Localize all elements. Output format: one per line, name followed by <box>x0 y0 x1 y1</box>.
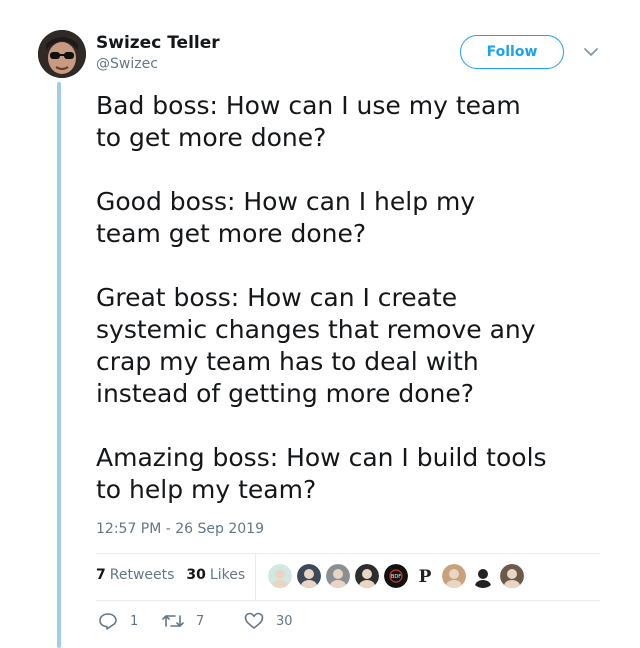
divider-bottom <box>96 600 600 601</box>
author-avatar[interactable] <box>38 30 86 78</box>
retweets-count: 7 <box>96 567 106 583</box>
retweet-button[interactable]: 7 <box>162 613 244 629</box>
liker-avatar-1[interactable] <box>268 564 292 588</box>
author-name[interactable]: Swizec Teller <box>96 33 220 53</box>
liker-avatar-7[interactable] <box>442 564 466 588</box>
tweet-timestamp[interactable]: 12:57 PM - 26 Sep 2019 <box>96 521 264 537</box>
liker-avatar-4[interactable] <box>355 564 379 588</box>
retweets-stat[interactable]: 7 Retweets <box>96 567 174 583</box>
reply-count: 1 <box>130 613 139 629</box>
tweet-stats: 7 Retweets 30 Likes <box>96 567 257 583</box>
liker-avatar-5[interactable]: BDF <box>384 564 408 588</box>
retweets-label: Retweets <box>109 567 175 583</box>
tweet-actions: 1 7 30 <box>98 612 293 630</box>
stats-separator <box>255 553 256 600</box>
likes-stat[interactable]: 30 Likes <box>186 567 245 583</box>
follow-button[interactable]: Follow <box>460 35 564 69</box>
likes-count: 30 <box>186 567 206 583</box>
liker-avatar-2[interactable] <box>297 564 321 588</box>
like-button[interactable]: 30 <box>244 612 293 630</box>
svg-text:BDF: BDF <box>391 574 401 580</box>
likers-avatars: BDF P <box>268 564 529 588</box>
likes-label: Likes <box>209 567 246 583</box>
retweet-count: 7 <box>196 613 205 629</box>
heart-icon <box>244 612 264 629</box>
like-count: 30 <box>276 613 293 629</box>
liker-avatar-3[interactable] <box>326 564 350 588</box>
chevron-down-icon[interactable] <box>582 44 600 58</box>
author-handle[interactable]: @Swizec <box>96 56 158 72</box>
reply-button[interactable]: 1 <box>98 612 162 630</box>
liker-avatar-8[interactable] <box>471 564 495 588</box>
thread-line <box>57 82 61 648</box>
reply-icon <box>99 613 117 630</box>
retweet-icon <box>162 615 184 627</box>
svg-text:P: P <box>419 567 432 587</box>
tweet-text: Bad boss: How can I use my team to get m… <box>96 91 547 504</box>
divider-top <box>96 553 600 554</box>
liker-avatar-6[interactable]: P <box>413 564 437 588</box>
liker-avatar-9[interactable] <box>500 564 524 588</box>
